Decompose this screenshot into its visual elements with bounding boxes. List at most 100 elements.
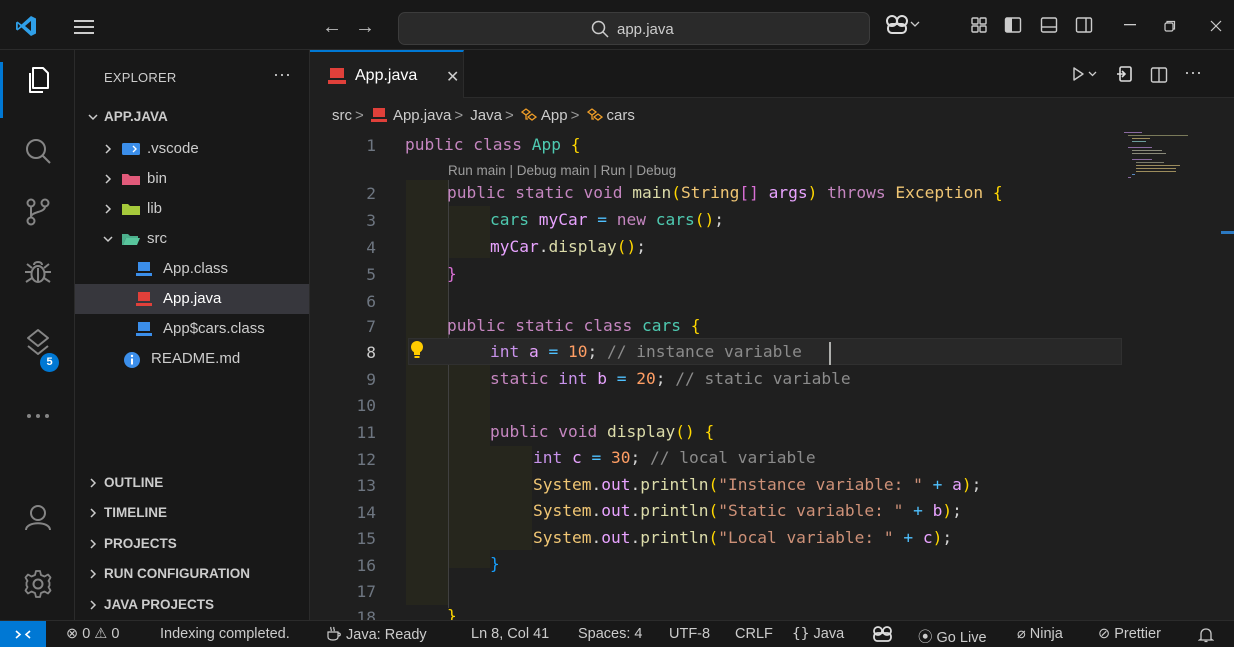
code-line-15: System.out.println("Local variable: " + … [533, 528, 953, 547]
customize-layout-icon[interactable] [970, 16, 988, 34]
tree-item-label: .vscode [147, 140, 199, 157]
tree-item-app-class[interactable]: App.class [75, 254, 309, 284]
circle-slash-icon: ⊘ [1098, 626, 1111, 642]
breadcrumb-separator-icon: > [504, 106, 514, 124]
lightbulb-icon[interactable] [408, 340, 426, 360]
line-number: 5 [366, 265, 376, 284]
indent-highlight [490, 446, 532, 550]
code-line-11: public void display() { [490, 422, 715, 441]
workspace-root[interactable]: APP.JAVA [75, 102, 309, 132]
restore-icon[interactable] [1164, 20, 1176, 32]
vscode-logo-icon [16, 16, 36, 36]
toggle-primary-sidebar-icon[interactable] [1004, 16, 1022, 34]
tab-app-java[interactable]: App.java ✕ [310, 50, 464, 98]
copilot-status-icon[interactable] [872, 626, 894, 643]
section-projects[interactable]: PROJECTS [75, 529, 309, 559]
breadcrumb-file[interactable]: App.java [393, 107, 451, 124]
text-cursor [829, 342, 831, 365]
tree-item-label: App$cars.class [163, 320, 265, 337]
forward-arrow-icon[interactable]: → [355, 17, 375, 37]
code-line-8: int a = 10; // instance variable [490, 342, 802, 361]
title-bar: ← → app.java [0, 0, 1234, 50]
indent-highlight [406, 180, 448, 605]
run-icon[interactable] [1072, 66, 1098, 82]
tree-item-app-java[interactable]: App.java [75, 284, 309, 314]
chevron-right-icon [105, 144, 112, 154]
more-views-icon[interactable] [22, 400, 54, 432]
remote-indicator[interactable] [0, 621, 46, 647]
breadcrumb-src[interactable]: src [332, 107, 352, 124]
java-coffee-icon [327, 626, 341, 641]
toggle-panel-icon[interactable] [1040, 16, 1058, 34]
account-icon[interactable] [22, 502, 54, 534]
indent-guide [448, 180, 449, 608]
tree-item-readme[interactable]: README.md [75, 344, 309, 374]
explorer-more-actions-icon[interactable]: ··· [273, 64, 291, 85]
toggle-secondary-sidebar-icon[interactable] [1075, 16, 1093, 34]
section-label: TIMELINE [104, 505, 167, 520]
line-number: 10 [356, 396, 377, 415]
src-folder-open-icon [122, 234, 140, 245]
split-editor-icon[interactable] [1150, 66, 1168, 84]
section-run-configuration[interactable]: RUN CONFIGURATION [75, 559, 309, 589]
breadcrumb-cars[interactable]: cars [607, 107, 635, 124]
indentation-status[interactable]: Spaces: 4 [578, 626, 643, 642]
java-status[interactable]: Java: Ready [326, 626, 427, 643]
tree-item-label: App.class [163, 260, 229, 277]
copilot-icon[interactable] [886, 14, 922, 36]
status-bar: ⊗ 0 ⚠ 0 Indexing completed. Java: Ready … [0, 620, 1234, 647]
indent-highlight [448, 338, 490, 568]
tree-item-src[interactable]: src [75, 224, 309, 254]
minimap[interactable] [1120, 130, 1220, 190]
open-changes-icon[interactable] [1116, 64, 1134, 84]
problems-status[interactable]: ⊗ 0 ⚠ 0 [66, 626, 119, 642]
sidebar-title: EXPLORER [104, 70, 177, 85]
java-status-label: Java: Ready [346, 627, 427, 643]
section-java-projects[interactable]: JAVA PROJECTS [75, 590, 309, 620]
line-number: 9 [366, 370, 376, 389]
tree-item-app-cars-class[interactable]: App$cars.class [75, 314, 309, 344]
codelens-run-debug[interactable]: Run main | Debug main | Run | Debug [448, 163, 676, 178]
tab-label: App.java [355, 67, 418, 84]
code-editor[interactable]: 1 2 3 4 5 6 7 8 9 10 11 12 13 14 15 16 1… [310, 130, 1234, 627]
section-timeline[interactable]: TIMELINE [75, 498, 309, 528]
active-view-indicator [0, 62, 3, 118]
prettier-status[interactable]: ⊘ Prettier [1098, 626, 1161, 642]
breadcrumb-java[interactable]: Java [470, 107, 502, 124]
tab-close-icon[interactable]: ✕ [446, 67, 459, 87]
breadcrumb-app[interactable]: App [541, 107, 568, 124]
eol-status[interactable]: CRLF [735, 626, 773, 642]
back-arrow-icon[interactable]: ← [322, 17, 342, 37]
line-number: 13 [356, 476, 377, 495]
run-debug-icon[interactable] [22, 256, 54, 288]
source-control-icon[interactable] [22, 196, 54, 228]
section-outline[interactable]: OUTLINE [75, 468, 309, 498]
tree-item-bin[interactable]: bin [75, 164, 309, 194]
settings-gear-icon[interactable] [22, 568, 54, 600]
tree-item-vscode[interactable]: .vscode [75, 134, 309, 164]
command-center-search[interactable]: app.java [398, 12, 870, 45]
chevron-right-icon [90, 539, 97, 549]
line-number: 3 [366, 211, 376, 230]
line-number: 16 [356, 556, 377, 575]
indexing-status: Indexing completed. [160, 626, 290, 642]
minimize-icon[interactable] [1124, 24, 1136, 27]
java-class-file-icon [136, 322, 152, 336]
chevron-right-icon [90, 600, 97, 610]
line-number: 14 [356, 503, 377, 522]
notifications-bell-icon[interactable] [1198, 627, 1214, 643]
language-mode[interactable]: {} Java [792, 626, 844, 642]
close-window-icon[interactable] [1210, 20, 1222, 32]
explorer-icon[interactable] [22, 64, 54, 96]
cursor-position[interactable]: Ln 8, Col 41 [471, 626, 549, 642]
tree-item-label: src [147, 230, 167, 247]
go-live-button[interactable]: ⦿ Go Live [918, 626, 987, 647]
menu-icon[interactable] [74, 20, 94, 34]
tree-item-lib[interactable]: lib [75, 194, 309, 224]
scrollbar-marker [1221, 231, 1234, 234]
encoding-status[interactable]: UTF-8 [669, 626, 710, 642]
search-view-icon[interactable] [22, 136, 54, 168]
ninja-status[interactable]: ⌀ Ninja [1017, 626, 1063, 642]
more-actions-icon[interactable]: ··· [1184, 62, 1202, 83]
tree-item-label: bin [147, 170, 168, 187]
